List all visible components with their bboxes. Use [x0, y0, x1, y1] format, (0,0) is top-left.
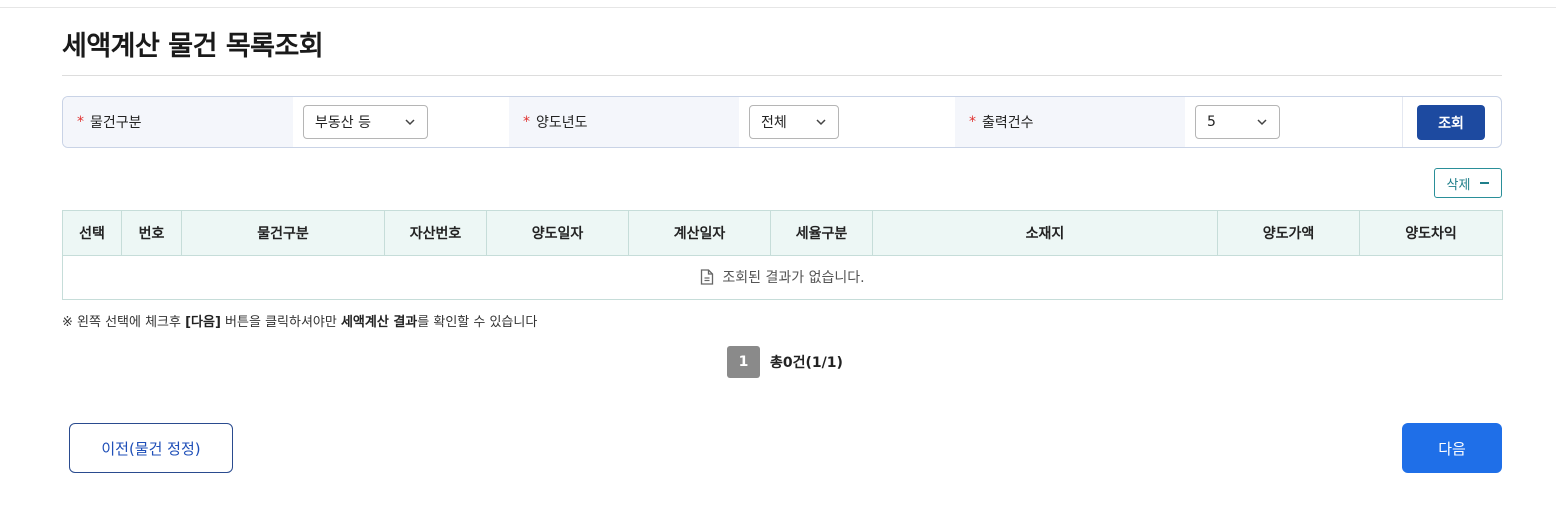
column-header: 선택 — [62, 210, 122, 256]
select-value: 전체 — [761, 115, 787, 131]
notice-text: ※ 왼쪽 선택에 체크후 [다음] 버튼을 클릭하셔야만 세액계산 결과를 확인… — [62, 311, 537, 330]
item-type-select[interactable]: 부동산 등 — [303, 105, 428, 139]
required-mark: * — [969, 114, 976, 130]
field-label-text: 출력건수 — [982, 115, 1034, 131]
select-value: 부동산 등 — [315, 115, 371, 131]
column-header: 양도가액 — [1217, 210, 1360, 256]
field-label-text: 물건구분 — [90, 115, 142, 131]
minus-icon — [1480, 182, 1490, 184]
next-button[interactable]: 다음 — [1402, 423, 1502, 473]
required-mark: * — [523, 114, 530, 130]
search-button[interactable]: 조회 — [1417, 105, 1485, 140]
column-header: 소재지 — [872, 210, 1218, 256]
document-icon — [701, 268, 714, 285]
pagination: 1 총0건(1/1) — [727, 346, 843, 378]
required-mark: * — [77, 114, 84, 130]
empty-message: 조회된 결과가 없습니다. — [722, 269, 865, 286]
title-divider — [62, 75, 1502, 76]
notice-bold-result: 세액계산 결과 — [340, 315, 418, 330]
notice-prefix: ※ 왼쪽 선택에 체크후 — [62, 315, 186, 330]
table-row: 조회된 결과가 없습니다. — [62, 255, 1503, 300]
delete-button[interactable]: 삭제 — [1434, 168, 1502, 198]
page-title: 세액계산 물건 목록조회 — [62, 31, 324, 62]
notice-middle: 버튼을 클릭하셔야만 — [220, 315, 341, 330]
total-count: 총0건(1/1) — [770, 355, 843, 371]
column-header: 계산일자 — [628, 210, 771, 256]
top-divider — [0, 7, 1556, 8]
field-label-output-count: * 출력건수 — [955, 97, 1185, 147]
chevron-down-icon — [816, 119, 826, 126]
table-header-row: 선택 번호 물건구분 자산번호 양도일자 계산일자 세율구분 소재지 양도가액 … — [62, 210, 1503, 256]
notice-bold-next: [다음] — [185, 315, 221, 330]
column-header: 번호 — [121, 210, 182, 256]
column-header: 자산번호 — [384, 210, 487, 256]
field-label-text: 양도년도 — [536, 115, 588, 131]
delete-label: 삭제 — [1446, 177, 1471, 193]
page-number-current[interactable]: 1 — [727, 346, 760, 378]
column-header: 양도차익 — [1359, 210, 1503, 256]
column-header: 세율구분 — [770, 210, 873, 256]
notice-suffix: 를 확인할 수 있습니다 — [417, 315, 538, 330]
field-label-item-type: * 물건구분 — [63, 97, 293, 147]
search-panel: * 물건구분 부동산 등 * 양도년도 전체 * 출력건수 5 조회 — [62, 96, 1502, 148]
results-table: 선택 번호 물건구분 자산번호 양도일자 계산일자 세율구분 소재지 양도가액 … — [62, 210, 1503, 300]
select-value: 5 — [1207, 114, 1216, 130]
empty-row: 조회된 결과가 없습니다. — [62, 255, 1503, 300]
field-label-transfer-year: * 양도년도 — [509, 97, 739, 147]
search-divider — [1402, 97, 1403, 147]
transfer-year-select[interactable]: 전체 — [749, 105, 839, 139]
prev-button[interactable]: 이전(물건 정정) — [69, 423, 233, 473]
chevron-down-icon — [405, 119, 415, 126]
chevron-down-icon — [1257, 119, 1267, 126]
output-count-select[interactable]: 5 — [1195, 105, 1280, 139]
column-header: 양도일자 — [486, 210, 629, 256]
column-header: 물건구분 — [181, 210, 385, 256]
